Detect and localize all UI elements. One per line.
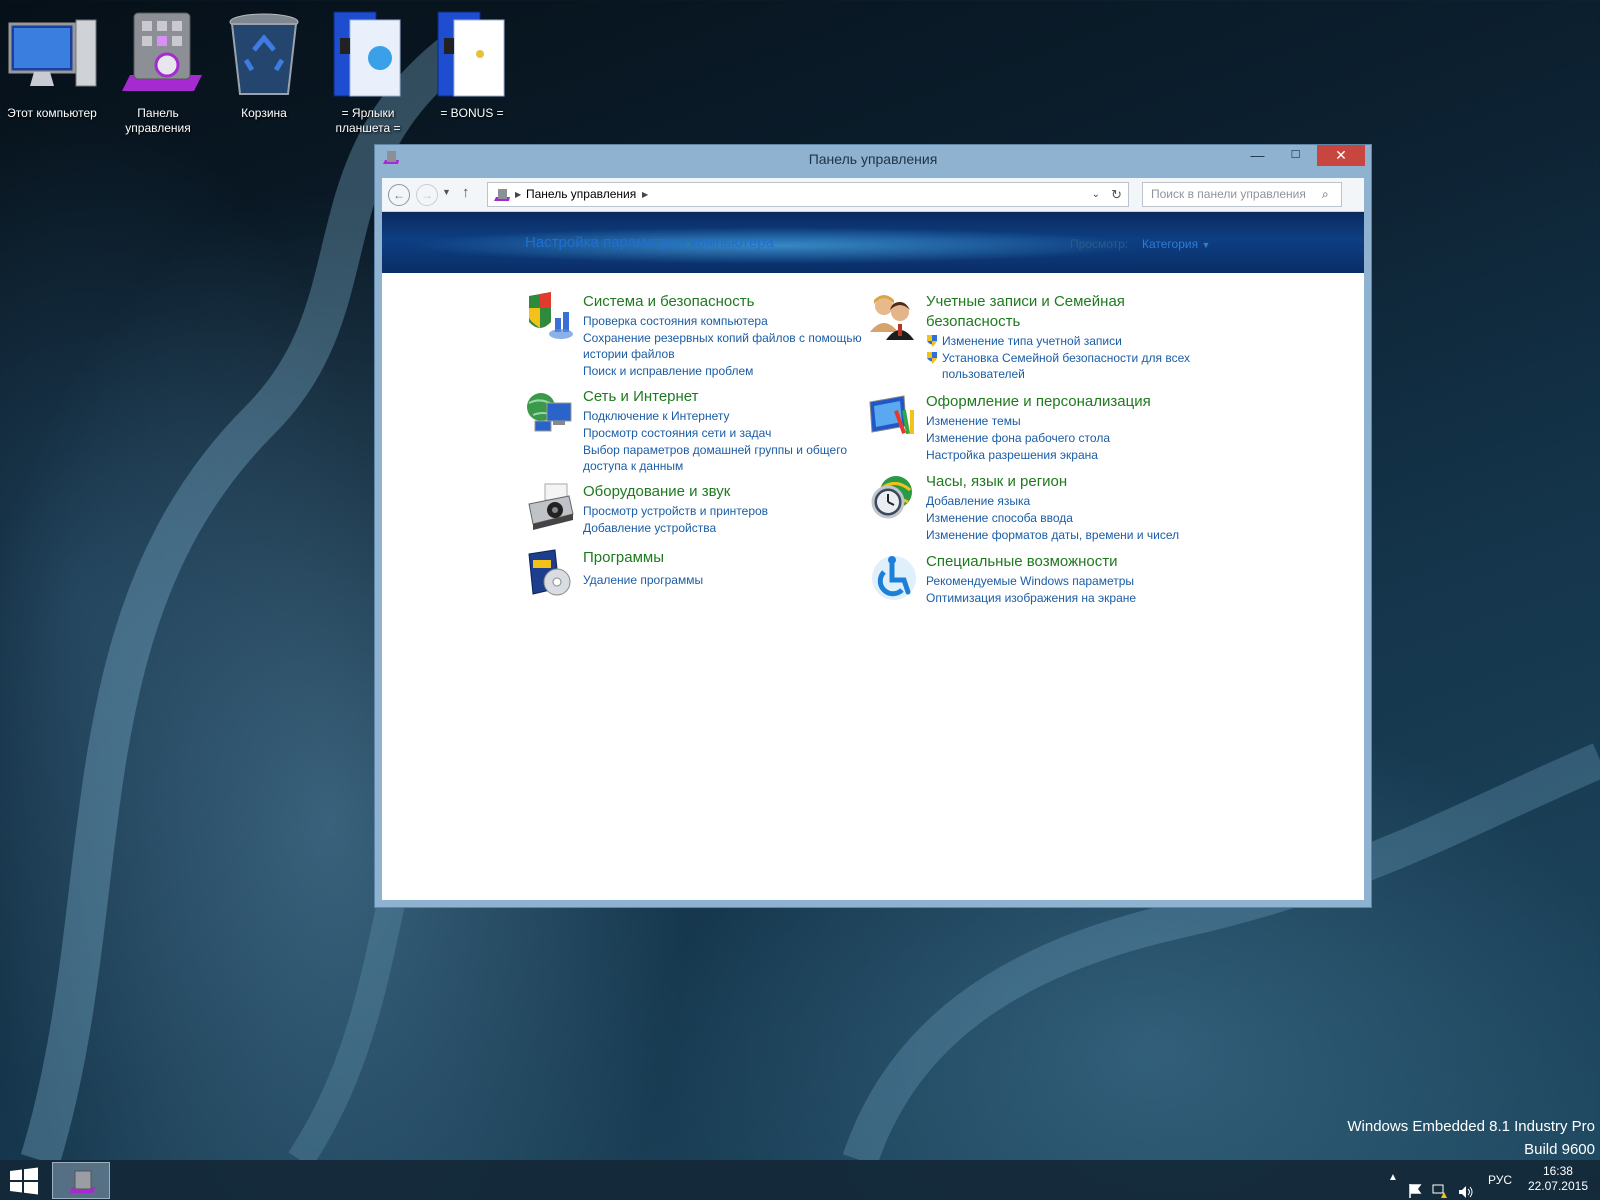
- up-button[interactable]: ↑: [462, 184, 470, 201]
- task-link[interactable]: Оптимизация изображения на экране: [926, 590, 1213, 606]
- folder-blue-icon: [424, 6, 520, 102]
- task-link[interactable]: Изменение темы: [926, 413, 1213, 429]
- uac-shield-icon: [927, 335, 937, 347]
- minimize-button[interactable]: —: [1244, 145, 1271, 166]
- taskbar-clock[interactable]: 16:38 22.07.2015: [1528, 1164, 1588, 1194]
- close-button[interactable]: ✕: [1317, 145, 1365, 166]
- programs-disc-icon: [528, 549, 571, 596]
- breadcrumb-control-panel[interactable]: Панель управления: [526, 183, 636, 206]
- desktop-icon-label: Этот компьютер: [7, 106, 97, 120]
- control-panel-icon: [69, 1170, 96, 1193]
- task-link[interactable]: Установка Семейной безопасности для всех…: [926, 350, 1213, 382]
- chevron-down-icon: ▼: [1201, 240, 1211, 250]
- task-link[interactable]: Добавление устройства: [583, 520, 870, 536]
- content-pane: Настройка параметров компьютера Просмотр…: [382, 212, 1364, 900]
- chevron-right-icon: ▶: [515, 190, 522, 199]
- category-title[interactable]: Программы: [583, 548, 870, 568]
- forward-button[interactable]: →: [416, 184, 438, 206]
- taskbar: ▲ РУС 16:38 22.07.2015: [0, 1160, 1600, 1200]
- task-link[interactable]: Удаление программы: [583, 572, 870, 588]
- view-by-label: Просмотр:: [1070, 237, 1129, 251]
- uac-shield-icon: [927, 352, 937, 364]
- recycle-bin-icon: [216, 6, 312, 102]
- task-link[interactable]: Добавление языка: [926, 493, 1213, 509]
- task-link[interactable]: Просмотр устройств и принтеров: [583, 503, 870, 519]
- control-panel-icon: [110, 6, 206, 102]
- os-watermark: Windows Embedded 8.1 Industry Pro Build …: [1347, 1115, 1595, 1161]
- task-link[interactable]: Поиск и исправление проблем: [583, 363, 870, 379]
- view-by-value: Категория: [1142, 237, 1199, 251]
- task-link[interactable]: Рекомендуемые Windows параметры: [926, 573, 1213, 589]
- chevron-down-icon[interactable]: ⌄: [1092, 183, 1100, 206]
- view-by-dropdown[interactable]: Категория ▼: [1142, 237, 1210, 251]
- desktop-icon-tablet-shortcuts[interactable]: = Ярлыки планшета =: [318, 6, 418, 136]
- task-link[interactable]: Изменение типа учетной записи: [926, 333, 1213, 349]
- task-link[interactable]: Подключение к Интернету: [583, 408, 870, 424]
- show-hidden-icons-chevron-icon[interactable]: ▲: [1388, 1172, 1398, 1200]
- header-banner: Настройка параметров компьютера Просмотр…: [382, 212, 1364, 273]
- taskbar-control-panel-button[interactable]: [52, 1162, 110, 1199]
- control-panel-window: Панель управления — ☐ ✕ ← → ▼ ↑ ▶ Панель…: [374, 144, 1372, 908]
- folder-blue-icon: [320, 6, 416, 102]
- desktop-icon-label: Корзина: [241, 106, 287, 120]
- clock-date: 22.07.2015: [1527, 1179, 1588, 1193]
- control-panel-small-icon: [494, 189, 510, 201]
- network-globe-icon: [527, 393, 572, 432]
- chevron-right-icon[interactable]: ▶: [642, 183, 648, 206]
- back-button[interactable]: ←: [388, 184, 410, 206]
- recent-locations-dropdown[interactable]: ▼: [442, 187, 451, 197]
- task-link[interactable]: Проверка состояния компьютера: [583, 313, 870, 329]
- windows-start-icon[interactable]: [8, 1167, 40, 1195]
- category-title[interactable]: Часы, язык и регион: [926, 472, 1213, 492]
- category-title[interactable]: Учетные записи и Семейная безопасность: [926, 292, 1213, 332]
- category-title[interactable]: Оформление и персонализация: [926, 392, 1213, 412]
- window-title: Панель управления: [808, 151, 938, 167]
- refresh-icon[interactable]: ↻: [1111, 183, 1122, 206]
- title-bar[interactable]: Панель управления — ☐ ✕: [375, 145, 1371, 173]
- task-link[interactable]: Просмотр состояния сети и задач: [583, 425, 870, 441]
- search-icon[interactable]: ⌕: [1322, 187, 1329, 202]
- category-title[interactable]: Система и безопасность: [583, 292, 870, 312]
- computer-icon: [4, 6, 100, 102]
- maximize-button[interactable]: ☐: [1282, 145, 1309, 166]
- task-link[interactable]: Изменение фона рабочего стола: [926, 430, 1213, 446]
- task-link[interactable]: Сохранение резервных копий файлов с помо…: [583, 330, 870, 362]
- page-heading: Настройка параметров компьютера: [525, 234, 774, 251]
- search-input[interactable]: Поиск в панели управления: [1142, 182, 1342, 207]
- volume-icon[interactable]: [1458, 1172, 1474, 1200]
- desktop-icon-label: = Ярлыки планшета =: [335, 106, 401, 135]
- category-title[interactable]: Сеть и Интернет: [583, 387, 870, 407]
- action-center-flag-icon[interactable]: [1408, 1171, 1422, 1200]
- accessibility-icon: [872, 556, 916, 600]
- category-title[interactable]: Специальные возможности: [926, 552, 1213, 572]
- clock-time: 16:38: [1542, 1164, 1573, 1178]
- desktop-icon-control-panel[interactable]: Панель управления: [108, 6, 208, 136]
- printer-icon: [528, 483, 574, 530]
- desktop-icon-label: = BONUS =: [440, 106, 504, 120]
- navigation-bar: ← → ▼ ↑ ▶ Панель управления ▶ ⌄ ↻ Поиск …: [382, 178, 1364, 212]
- network-warning-icon[interactable]: [1432, 1171, 1448, 1200]
- watermark-edition: Windows Embedded 8.1 Industry Pro: [1347, 1118, 1595, 1135]
- task-link[interactable]: Выбор параметров домашней группы и общег…: [583, 442, 870, 474]
- desktop-icon-bonus[interactable]: = BONUS =: [422, 6, 522, 121]
- users-icon: [870, 295, 914, 340]
- desktop-icon-label: Панель управления: [125, 106, 191, 135]
- clock-globe-icon: [871, 476, 912, 519]
- category-title[interactable]: Оборудование и звук: [583, 482, 870, 502]
- desktop-icon-this-pc[interactable]: Этот компьютер: [2, 6, 102, 121]
- task-link[interactable]: Изменение форматов даты, времени и чисел: [926, 527, 1213, 543]
- shield-chart-icon: [529, 292, 573, 339]
- task-link[interactable]: Настройка разрешения экрана: [926, 447, 1213, 463]
- monitor-palette-icon: [869, 395, 914, 435]
- address-bar[interactable]: ▶ Панель управления ▶ ⌄ ↻: [487, 182, 1129, 207]
- desktop-icon-recycle-bin[interactable]: Корзина: [214, 6, 314, 121]
- task-link[interactable]: Изменение способа ввода: [926, 510, 1213, 526]
- watermark-build: Build 9600: [1524, 1141, 1595, 1158]
- input-language-indicator[interactable]: РУС: [1488, 1160, 1512, 1200]
